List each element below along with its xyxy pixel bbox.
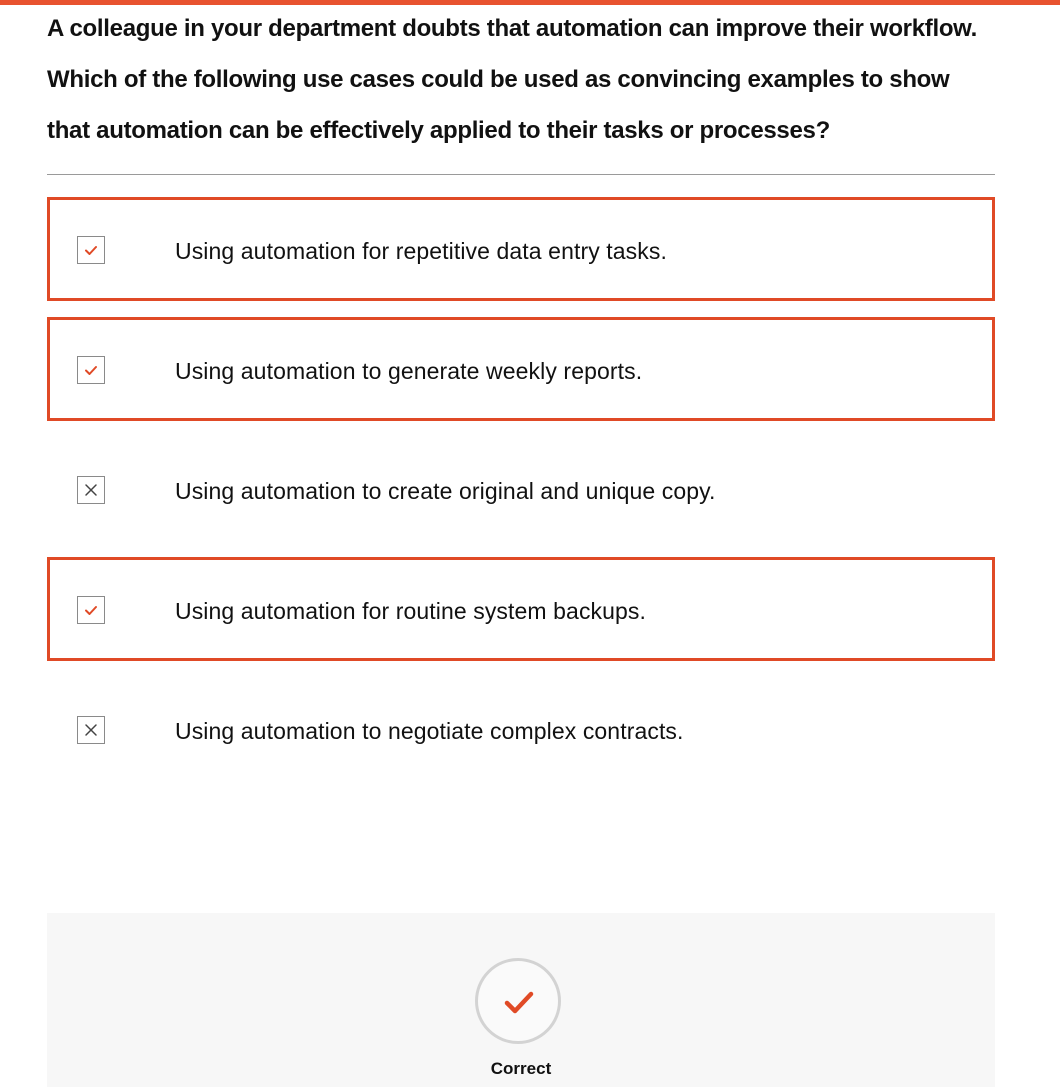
option-item[interactable]: Using automation for routine system back…: [47, 557, 995, 661]
option-label: Using automation to negotiate complex co…: [175, 718, 684, 744]
option-item[interactable]: Using automation for repetitive data ent…: [47, 197, 995, 301]
question-card: A colleague in your department doubts th…: [47, 0, 995, 797]
option-checkbox[interactable]: [77, 356, 105, 384]
options-list: Using automation for repetitive data ent…: [47, 197, 995, 781]
option-checkbox[interactable]: [77, 476, 105, 504]
option-item[interactable]: Using automation to create original and …: [47, 437, 995, 541]
option-checkbox[interactable]: [77, 716, 105, 744]
option-item[interactable]: Using automation to negotiate complex co…: [47, 677, 995, 781]
divider: [47, 174, 995, 175]
option-item[interactable]: Using automation to generate weekly repo…: [47, 317, 995, 421]
check-icon: [504, 991, 534, 1014]
option-label: Using automation for repetitive data ent…: [175, 238, 667, 264]
result-badge: [475, 958, 561, 1044]
option-checkbox[interactable]: [77, 596, 105, 624]
option-checkbox[interactable]: [77, 236, 105, 264]
option-label: Using automation to generate weekly repo…: [175, 358, 643, 384]
feedback-panel: Correct: [47, 913, 995, 1087]
option-label: Using automation for routine system back…: [175, 598, 647, 624]
result-status: Correct: [490, 1059, 552, 1078]
option-label: Using automation to create original and …: [175, 478, 716, 504]
question-text: A colleague in your department doubts th…: [47, 15, 978, 144]
